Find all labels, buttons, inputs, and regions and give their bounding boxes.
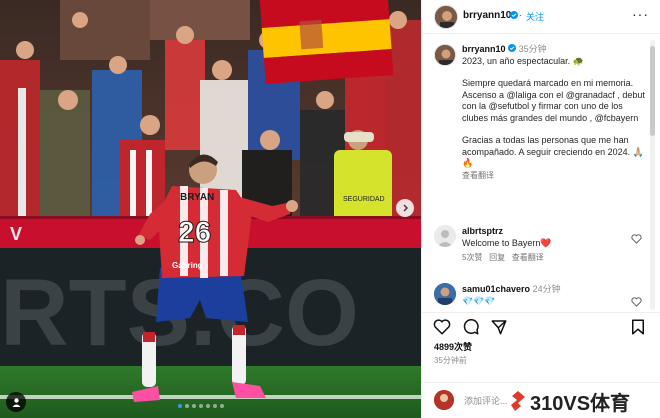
comment-text: Welcome to Bayern❤️	[462, 237, 552, 248]
likes-count[interactable]: 4899次赞	[434, 340, 472, 353]
add-comment-input[interactable]: 添加评论...	[464, 394, 508, 407]
comment-meta: 5次赞 回复 查看翻译	[462, 252, 632, 264]
verified-icon	[508, 44, 517, 52]
posted-time: 35分钟前	[434, 356, 467, 365]
watermark-text: 310VS体育	[530, 392, 631, 415]
comment-body: albrtsptrz Welcome to Bayern❤️ 5次赞 回复 查看…	[462, 226, 632, 264]
verified-icon	[510, 11, 518, 19]
caption-line-3: Gracias a todas las personas que me han …	[462, 135, 644, 168]
user-tag-icon	[12, 397, 20, 407]
comment-time: 24分钟	[532, 284, 561, 294]
heart-icon[interactable]	[631, 297, 642, 307]
share-icon[interactable]	[490, 318, 508, 336]
caption-translate-link[interactable]: 查看翻译	[462, 170, 647, 182]
post-actions: 4899次赞 35分钟前	[422, 312, 660, 390]
post-photo[interactable]: SEGURIDAD V RTS.CO	[0, 0, 421, 418]
jersey-number: 26	[178, 216, 211, 249]
carousel-dots	[178, 404, 224, 408]
viewer-avatar-image	[434, 390, 454, 410]
caption-line-2: Siempre quedará marcado en mi memoria. A…	[462, 78, 645, 123]
header-separator: ·	[519, 10, 522, 20]
comment-translate[interactable]: 查看翻译	[512, 253, 544, 262]
user-tag-button[interactable]	[6, 392, 26, 412]
comment-avatar-image	[434, 225, 456, 247]
comment-username[interactable]: albrtsptrz	[462, 226, 503, 236]
photo-illustration: SEGURIDAD V RTS.CO	[0, 0, 421, 418]
caption-avatar-image	[435, 45, 455, 65]
watermark-logo-icon	[511, 391, 525, 411]
author-avatar-image	[435, 6, 457, 28]
comment-icon[interactable]	[462, 318, 480, 336]
next-photo-button[interactable]	[396, 199, 414, 217]
comment-reply[interactable]: 回复	[489, 253, 505, 262]
caption-line-1: 2023, un año espectacular. 🐢	[462, 55, 584, 66]
more-options-icon[interactable]: ···	[632, 6, 649, 22]
viewer-avatar	[434, 390, 454, 410]
author-avatar[interactable]	[434, 5, 458, 29]
heart-icon[interactable]	[631, 234, 642, 244]
bookmark-icon[interactable]	[629, 318, 647, 336]
comment-text: 💎💎💎	[462, 295, 496, 306]
like-heart-icon[interactable]	[433, 318, 451, 336]
panel-scrollbar[interactable]	[650, 40, 655, 310]
caption-text: brryann10 35分钟 2023, un año espectacular…	[462, 44, 647, 181]
caption-avatar[interactable]	[434, 44, 456, 66]
post-side-panel: brryann10 · 关注 ··· brryann10 35分钟 2023, …	[421, 0, 660, 418]
comment-avatar[interactable]	[434, 283, 456, 305]
svg-text:V: V	[10, 224, 22, 244]
carousel-dot	[199, 404, 203, 408]
comment-body: samu01chavero 24分钟 💎💎💎	[462, 284, 632, 307]
scrollbar-thumb[interactable]	[650, 46, 655, 136]
comment-avatar-image	[434, 283, 456, 305]
carousel-dot	[192, 404, 196, 408]
steward-vest-text: SEGURIDAD	[343, 196, 385, 203]
caption-time: 35分钟	[518, 44, 547, 54]
carousel-dot	[206, 404, 210, 408]
comment-username[interactable]: samu01chavero	[462, 284, 530, 294]
follow-button[interactable]: 关注	[526, 10, 544, 23]
carousel-dot-active	[178, 404, 182, 408]
watermark: 310VS体育	[509, 386, 630, 416]
chevron-right-icon	[403, 204, 408, 212]
comment-likes[interactable]: 5次赞	[462, 253, 482, 262]
caption-username[interactable]: brryann10	[462, 44, 506, 54]
jersey-name: BRYAN	[180, 192, 214, 203]
author-username[interactable]: brryann10	[463, 10, 511, 21]
carousel-dot	[213, 404, 217, 408]
carousel-dot	[220, 404, 224, 408]
comment-avatar[interactable]	[434, 225, 456, 247]
carousel-dot	[185, 404, 189, 408]
post-header: brryann10 · 关注 ···	[422, 0, 660, 34]
jersey-sponsor: Gabring	[172, 261, 203, 270]
